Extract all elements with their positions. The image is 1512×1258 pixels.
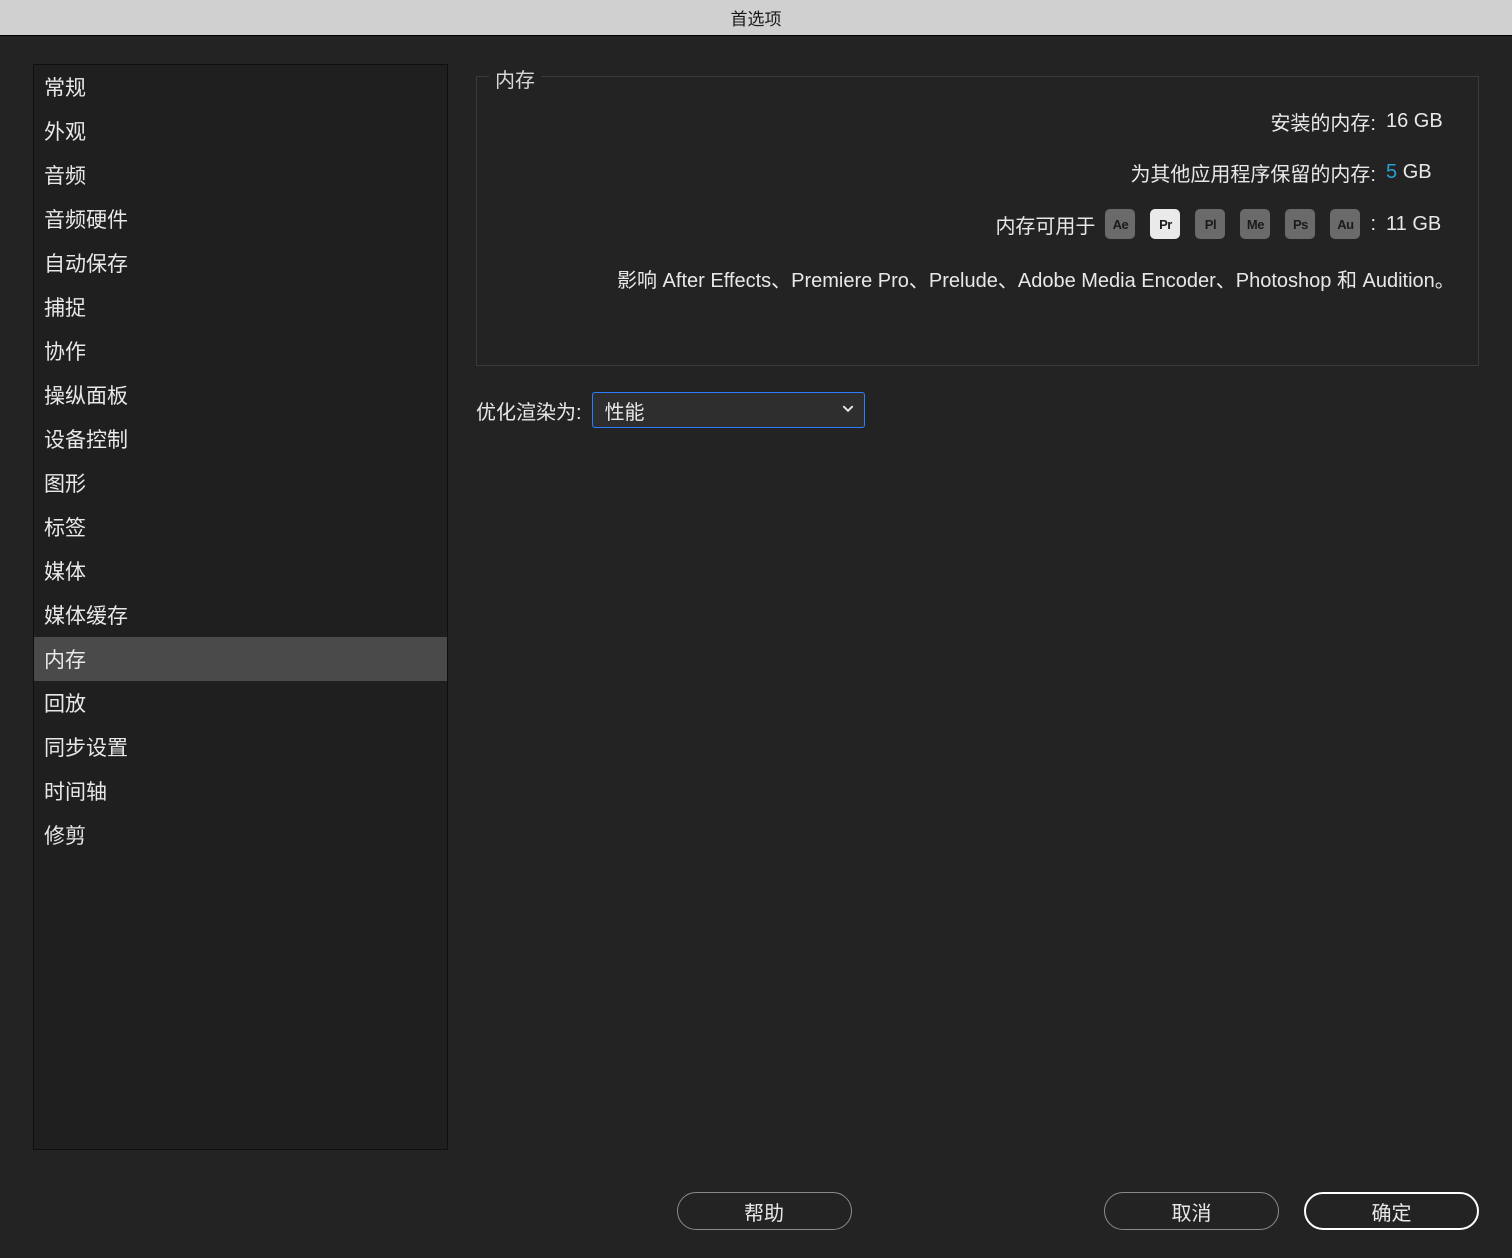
sidebar-item-playback[interactable]: 回放 [34, 681, 447, 725]
memory-group: 内存 安装的内存: 16 GB 为其他应用程序保留的内存: 5 GB 内存可用于… [476, 76, 1479, 366]
ok-button-label: 确定 [1372, 1197, 1412, 1226]
reserved-memory-value[interactable]: 5 GB [1386, 161, 1458, 184]
sidebar-item-appearance[interactable]: 外观 [34, 109, 447, 153]
cancel-button[interactable]: 取消 [1104, 1192, 1279, 1230]
sidebar-item-device-control[interactable]: 设备控制 [34, 417, 447, 461]
sidebar-item-label: 时间轴 [44, 776, 107, 806]
sidebar-item-labels[interactable]: 标签 [34, 505, 447, 549]
sidebar-item-capture[interactable]: 捕捉 [34, 285, 447, 329]
sidebar-item-trim[interactable]: 修剪 [34, 813, 447, 857]
sidebar-item-label: 协作 [44, 336, 86, 366]
app-badge-pr: Pr [1150, 209, 1180, 239]
sidebar-item-label: 常规 [44, 72, 86, 102]
sidebar-item-label: 标签 [44, 512, 86, 542]
sidebar-item-graphics[interactable]: 图形 [34, 461, 447, 505]
memory-note: 影响 After Effects、Premiere Pro、Prelude、Ad… [617, 265, 1458, 298]
sidebar-item-label: 操纵面板 [44, 380, 128, 410]
window-title: 首选项 [731, 5, 782, 30]
reserved-memory-row: 为其他应用程序保留的内存: 5 GB [497, 158, 1458, 187]
sidebar-item-audio[interactable]: 音频 [34, 153, 447, 197]
sidebar-item-label: 媒体缓存 [44, 600, 128, 630]
sidebar-item-label: 媒体 [44, 556, 86, 586]
sidebar-item-label: 修剪 [44, 820, 86, 850]
optimize-row: 优化渲染为: 性能 [476, 392, 1479, 428]
sidebar-item-general[interactable]: 常规 [34, 65, 447, 109]
app-badge-pl: Pl [1195, 209, 1225, 239]
sidebar-item-memory[interactable]: 内存 [34, 637, 447, 681]
memory-panel: 内存 安装的内存: 16 GB 为其他应用程序保留的内存: 5 GB 内存可用于… [448, 64, 1479, 1150]
reserved-memory-number[interactable]: 5 [1386, 161, 1397, 183]
window-titlebar: 首选项 [0, 0, 1512, 36]
installed-memory-row: 安装的内存: 16 GB [497, 107, 1458, 136]
dialog-footer: 帮助 取消 确定 [33, 1160, 1479, 1230]
sidebar-item-label: 设备控制 [44, 424, 128, 454]
help-button[interactable]: 帮助 [677, 1192, 852, 1230]
main-row: 常规 外观 音频 音频硬件 自动保存 捕捉 协作 操纵面板 设备控制 图形 标签… [33, 64, 1479, 1150]
sidebar-item-control-surfaces[interactable]: 操纵面板 [34, 373, 447, 417]
optimize-select[interactable]: 性能 [592, 392, 865, 428]
sidebar-item-timeline[interactable]: 时间轴 [34, 769, 447, 813]
sidebar-item-sync-settings[interactable]: 同步设置 [34, 725, 447, 769]
sidebar-item-media[interactable]: 媒体 [34, 549, 447, 593]
optimize-select-value: 性能 [605, 396, 645, 425]
ok-button[interactable]: 确定 [1304, 1192, 1479, 1230]
help-button-label: 帮助 [744, 1197, 784, 1226]
sidebar-item-label: 同步设置 [44, 732, 128, 762]
sidebar-item-label: 捕捉 [44, 292, 86, 322]
app-badge-ps: Ps [1285, 209, 1315, 239]
preferences-sidebar: 常规 外观 音频 音频硬件 自动保存 捕捉 协作 操纵面板 设备控制 图形 标签… [33, 64, 448, 1150]
sidebar-item-autosave[interactable]: 自动保存 [34, 241, 447, 285]
sidebar-item-media-cache[interactable]: 媒体缓存 [34, 593, 447, 637]
optimize-select-wrap: 性能 [592, 392, 865, 428]
available-memory-label: 内存可用于 [995, 210, 1095, 239]
sidebar-item-label: 回放 [44, 688, 86, 718]
optimize-label: 优化渲染为: [476, 396, 582, 425]
installed-memory-value: 16 GB [1386, 110, 1458, 133]
reserved-memory-label: 为其他应用程序保留的内存: [1130, 158, 1376, 187]
sidebar-item-label: 自动保存 [44, 248, 128, 278]
app-badge-au: Au [1330, 209, 1360, 239]
app-badge-ae: Ae [1105, 209, 1135, 239]
available-memory-value: 11 GB [1386, 213, 1458, 236]
memory-group-title: 内存 [489, 64, 541, 93]
available-colon: : [1370, 213, 1376, 236]
sidebar-item-collaboration[interactable]: 协作 [34, 329, 447, 373]
sidebar-item-label: 外观 [44, 116, 86, 146]
sidebar-item-label: 图形 [44, 468, 86, 498]
reserved-memory-unit: GB [1403, 161, 1432, 183]
sidebar-item-label: 音频 [44, 160, 86, 190]
cancel-button-label: 取消 [1172, 1197, 1212, 1226]
sidebar-item-label: 音频硬件 [44, 204, 128, 234]
app-badges: Ae Pr Pl Me Ps Au [1105, 209, 1360, 239]
sidebar-item-label: 内存 [44, 644, 86, 674]
sidebar-item-audio-hardware[interactable]: 音频硬件 [34, 197, 447, 241]
content-area: 常规 外观 音频 音频硬件 自动保存 捕捉 协作 操纵面板 设备控制 图形 标签… [0, 36, 1512, 1258]
installed-memory-label: 安装的内存: [1270, 107, 1376, 136]
available-memory-row: 内存可用于 Ae Pr Pl Me Ps Au : 11 GB [497, 209, 1458, 239]
app-badge-me: Me [1240, 209, 1270, 239]
